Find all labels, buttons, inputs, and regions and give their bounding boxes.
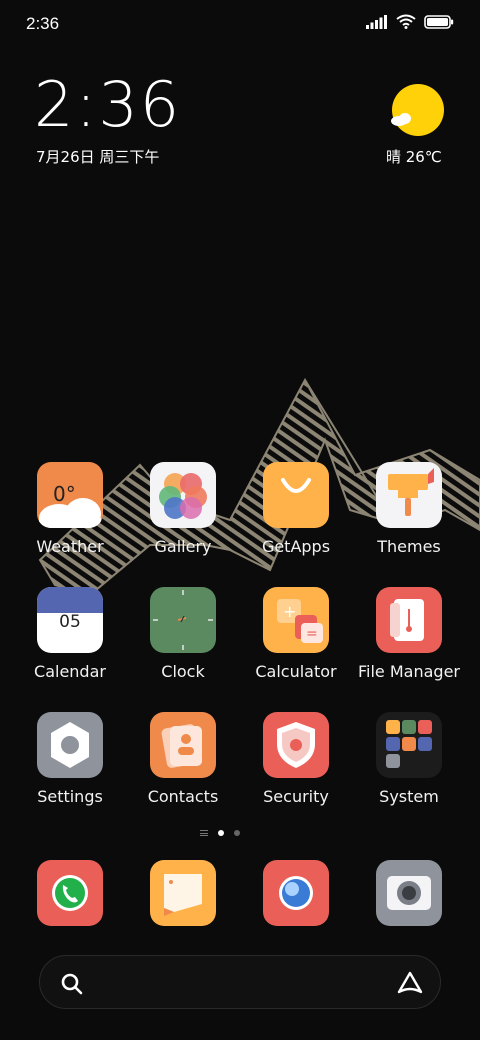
battery-icon [424, 14, 454, 29]
gear-icon [37, 712, 103, 778]
app-getapps[interactable]: GetApps [241, 462, 351, 556]
folder-grid-icon [376, 712, 442, 778]
page-dot-active [218, 830, 224, 836]
calendar-day-glyph: 05 [59, 612, 81, 632]
app-gallery[interactable]: Gallery [128, 462, 238, 556]
messages-icon[interactable] [150, 860, 216, 926]
app-label: Clock [161, 662, 205, 681]
calculator-app-icon: + = [263, 587, 329, 653]
home-date: 7月26日 周三下午 [36, 148, 160, 166]
status-time: 2:36 [26, 14, 60, 33]
folder-system[interactable]: System [354, 712, 464, 806]
browser-icon[interactable] [263, 860, 329, 926]
app-label: File Manager [358, 662, 460, 681]
app-security[interactable]: Security [241, 712, 351, 806]
app-calendar[interactable]: 05 Calendar [15, 587, 125, 681]
menu-icon [200, 830, 208, 836]
app-label: Gallery [154, 537, 212, 556]
app-label: GetApps [261, 537, 331, 556]
svg-text:+: + [283, 602, 296, 621]
assistant-icon[interactable] [396, 970, 424, 996]
search-bar[interactable] [39, 955, 441, 1009]
search-icon [61, 973, 83, 995]
folder-icon [376, 587, 442, 653]
app-themes[interactable]: Themes [354, 462, 464, 556]
page-indicator[interactable] [200, 830, 240, 836]
signal-icon [366, 14, 387, 29]
sun-icon[interactable] [392, 84, 444, 136]
app-label: Contacts [147, 787, 219, 806]
app-label: Calculator [255, 662, 337, 681]
svg-text:=: = [306, 626, 318, 642]
camera-icon[interactable] [376, 860, 442, 926]
shield-icon [263, 712, 329, 778]
home-clock[interactable]: 2:36 [34, 74, 181, 136]
app-label: Calendar [34, 662, 106, 681]
status-bar: 2:36 [0, 0, 480, 50]
app-clock[interactable]: Clock [128, 587, 238, 681]
contacts-card-icon [150, 712, 216, 778]
wifi-icon [396, 14, 416, 29]
weather-app-icon: 0° [37, 462, 103, 528]
status-icons [366, 14, 454, 29]
bag-icon [263, 462, 329, 528]
paint-brush-icon [376, 462, 442, 528]
calendar-app-icon: 05 [37, 587, 103, 653]
gallery-app-icon [150, 462, 216, 528]
app-weather[interactable]: 0° Weather [15, 462, 125, 556]
page-dot [234, 830, 240, 836]
app-label: Themes [377, 537, 441, 556]
app-label: Settings [37, 787, 103, 806]
app-label: Security [263, 787, 329, 806]
weather-text: 晴 26℃ [386, 148, 442, 166]
cloud-icon [391, 113, 411, 126]
app-contacts[interactable]: Contacts [128, 712, 238, 806]
app-calculator[interactable]: + = Calculator [241, 587, 351, 681]
clock-app-icon [150, 587, 216, 653]
app-file-manager[interactable]: File Manager [354, 587, 464, 681]
weather-cloud-glyph [39, 498, 101, 528]
app-label: Weather [36, 537, 104, 556]
app-label: System [379, 787, 439, 806]
phone-icon[interactable] [37, 860, 103, 926]
app-settings[interactable]: Settings [15, 712, 125, 806]
